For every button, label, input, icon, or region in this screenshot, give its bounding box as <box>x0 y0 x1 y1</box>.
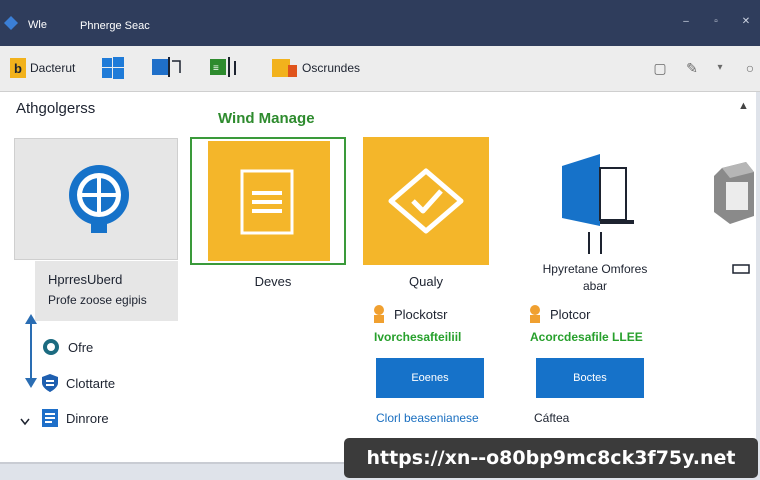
profile-subtitle: Profe zoose egipis <box>48 293 147 307</box>
toolbar-item-oscrundes[interactable]: Oscrundes <box>272 55 360 81</box>
edit-icon[interactable]: ✎ <box>682 58 702 78</box>
chevron-icon[interactable]: ▾ <box>710 58 730 78</box>
up-arrow-icon <box>25 314 37 324</box>
info-row-plotcor: Plotcor <box>528 305 590 323</box>
small-device-icon <box>732 264 750 274</box>
shield-icon <box>42 374 58 392</box>
nav-label: Ofre <box>68 339 94 355</box>
tree-line <box>30 318 32 384</box>
app-icon <box>4 16 18 30</box>
panel-title: Athgolgerss <box>16 100 96 117</box>
window-title: Phnerge Seac <box>80 20 150 32</box>
boctes-button[interactable]: Boctes <box>536 358 644 398</box>
doc-shield-icon <box>42 409 58 427</box>
profile-name: HprresUberd <box>48 272 123 287</box>
toolbar: b Dacterut ≡ Oscrundes ▢ ✎ ▾ ○ <box>0 46 760 92</box>
tile-label-devices: Deves <box>254 274 292 289</box>
tile-quality[interactable] <box>363 137 489 265</box>
close-button[interactable]: ✕ <box>736 12 756 32</box>
nav-label: Dinrore <box>66 410 109 426</box>
search-icon[interactable]: ○ <box>740 58 760 78</box>
toolbar-item-windows[interactable] <box>102 55 124 81</box>
expand-icon[interactable] <box>20 418 30 426</box>
windows-icon <box>102 57 124 79</box>
circle-icon <box>43 339 59 355</box>
url-banner: https://xn--o80bp9mc8ck3f75y.net <box>344 438 758 478</box>
person-icon <box>374 305 384 323</box>
network-globe-icon <box>69 165 129 233</box>
app-label: Wle <box>28 19 47 31</box>
green-link-2[interactable]: Acorcdesafile LLEE <box>530 330 643 344</box>
down-arrow-icon <box>25 378 37 388</box>
window-icon[interactable]: ▢ <box>650 58 670 78</box>
info-label: Plockotsr <box>394 306 448 322</box>
nav-label: Clottarte <box>66 375 116 391</box>
person-icon <box>530 305 540 323</box>
profile-info-box <box>35 261 178 321</box>
footer-link-2[interactable]: Cáftea <box>534 411 569 425</box>
tile-label-quality: Qualy <box>409 274 443 289</box>
toolbar-item-sheet[interactable]: ≡ <box>210 55 242 81</box>
collapse-icon[interactable]: ▲ <box>738 100 749 112</box>
toolbar-label: Oscrundes <box>302 61 361 75</box>
footer-link-1[interactable]: Clorl beasenianese <box>376 411 479 425</box>
eoenes-button[interactable]: Eoenes <box>376 358 484 398</box>
toolbar-item-monitor[interactable] <box>152 55 182 81</box>
folder-icon <box>272 59 297 77</box>
maximize-button[interactable]: ▫ <box>706 12 726 32</box>
nav-item-ofre[interactable]: Ofre <box>42 336 93 358</box>
section-title: Wind Manage <box>218 110 315 127</box>
sheet-icon: ≡ <box>210 57 236 77</box>
windows-device-icon[interactable] <box>560 152 640 258</box>
diamond-check-icon <box>388 168 464 234</box>
toolbar-item-dacterut[interactable]: b Dacterut <box>10 55 75 81</box>
svg-text:b: b <box>14 61 22 76</box>
minimize-button[interactable]: – <box>676 12 696 32</box>
toolbar-label: Dacterut <box>30 61 76 75</box>
document-icon <box>240 169 294 235</box>
main-panel: Athgolgerss ▲ Wind Manage HprresUberd Pr… <box>0 92 756 464</box>
nav-item-clottarte[interactable]: Clottarte <box>42 372 115 394</box>
info-label: Plotcor <box>550 306 591 322</box>
monitor-grid-icon <box>152 57 181 77</box>
device-cube-icon[interactable] <box>708 162 754 226</box>
green-link-1[interactable]: Ivorchesafteiliil <box>374 330 461 344</box>
title-bar: Wle Phnerge Seac – ▫ ✕ <box>0 0 760 46</box>
nav-item-dinrore[interactable]: Dinrore <box>42 407 109 429</box>
svg-text:≡: ≡ <box>213 63 219 74</box>
tile-label-hypervisor: Hpyretane Omfores abar <box>542 262 648 293</box>
tile-devices[interactable] <box>190 137 346 265</box>
info-row-plockotsr: Plockotsr <box>372 305 447 323</box>
folder-b-icon: b <box>10 58 26 78</box>
profile-card[interactable] <box>14 138 178 260</box>
